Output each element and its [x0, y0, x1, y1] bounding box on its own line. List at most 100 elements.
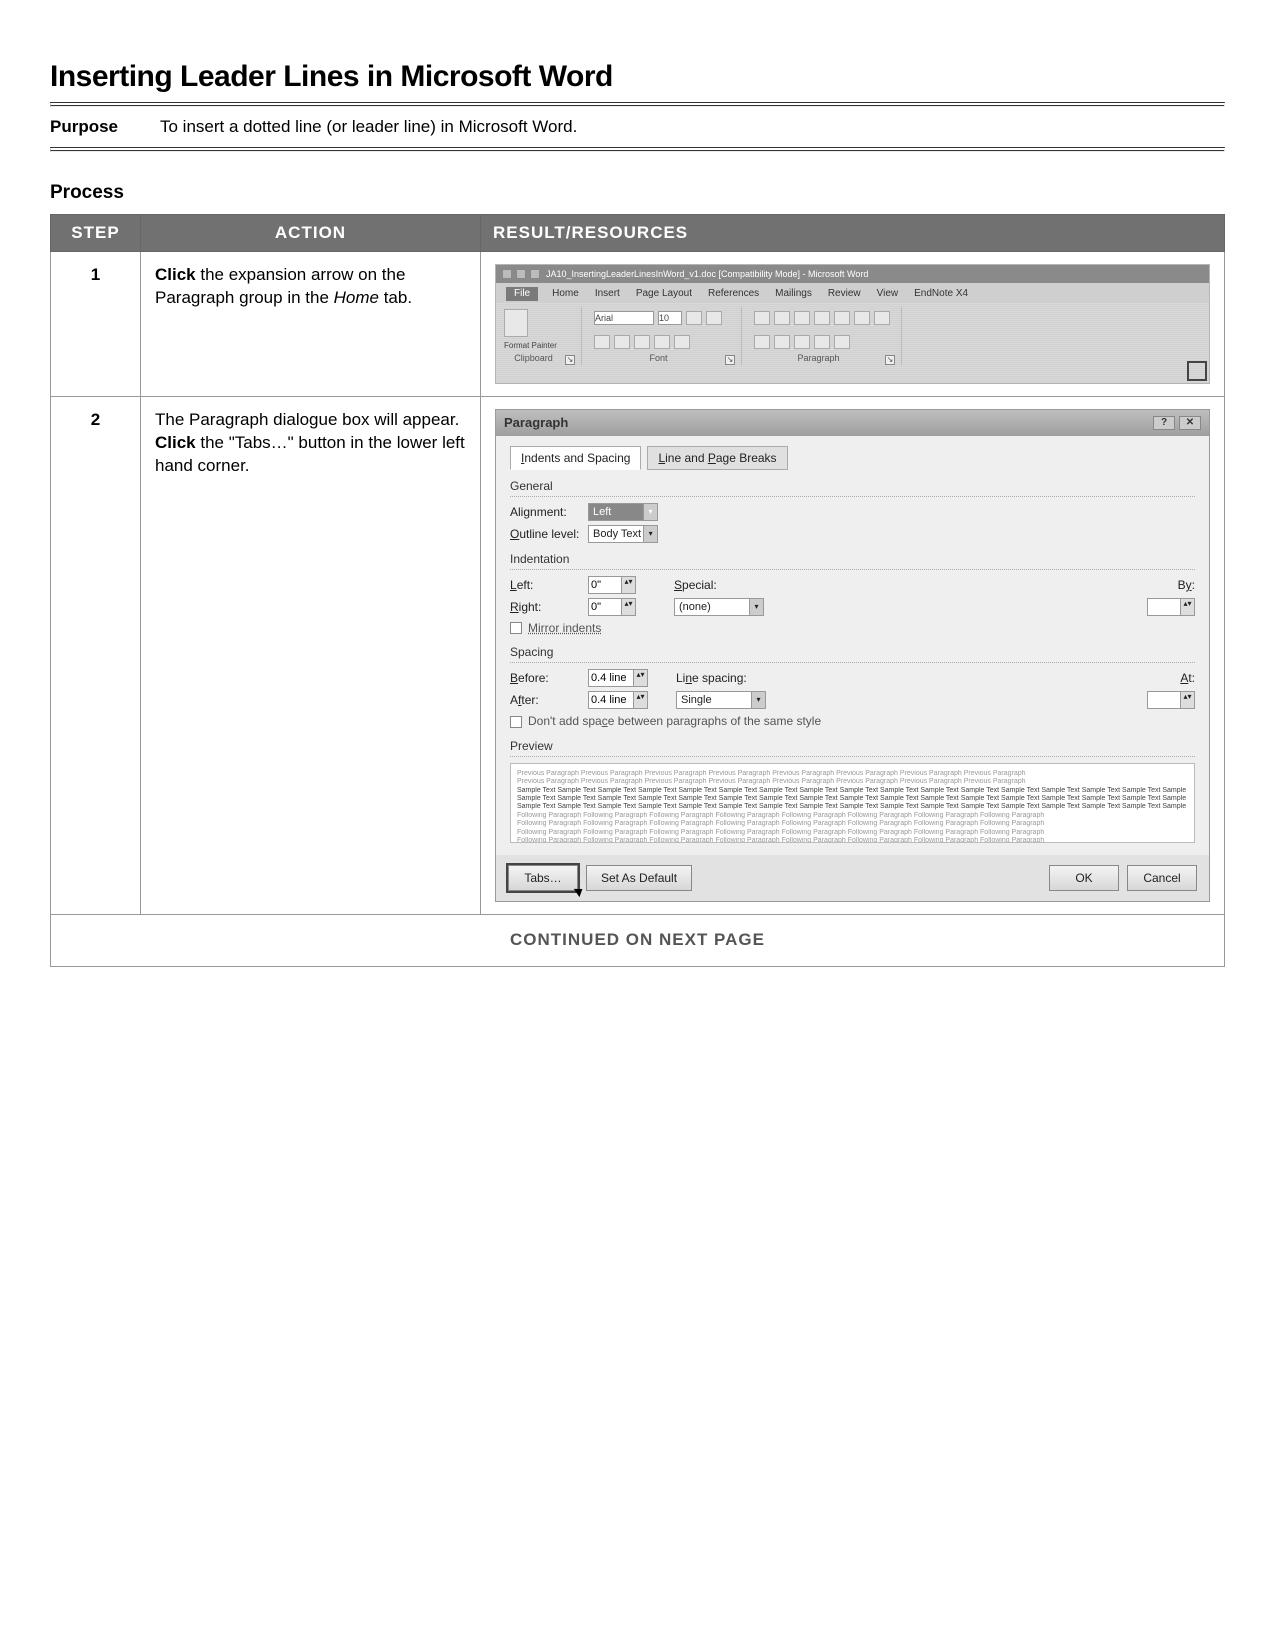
chevron-down-icon[interactable]: ▾ [643, 504, 657, 520]
dialog-launcher-icon[interactable]: ↘ [725, 355, 735, 365]
step-number: 2 [51, 397, 141, 915]
redo-icon[interactable] [530, 269, 540, 279]
tab-references[interactable]: References [706, 287, 761, 301]
preview-following-para: Following Paragraph Following Paragraph … [517, 829, 1188, 837]
tab-line-page-breaks[interactable]: Line and Page Breaks [647, 446, 787, 470]
section-preview: Preview [510, 738, 1195, 757]
spinner-icon[interactable]: ▴▾ [1181, 691, 1195, 709]
tab-endnote[interactable]: EndNote X4 [912, 287, 970, 301]
action-text: tab. [379, 288, 412, 307]
by-input[interactable] [1147, 598, 1181, 616]
justify-button[interactable] [774, 335, 790, 349]
action-keyword: Click [155, 265, 196, 284]
indent-right-input[interactable] [588, 598, 622, 616]
at-input[interactable] [1147, 691, 1181, 709]
line-spacing-button[interactable] [794, 335, 810, 349]
mirror-indents-checkbox[interactable]: Mirror indents [510, 620, 1195, 636]
align-right-button[interactable] [754, 335, 770, 349]
chevron-down-icon[interactable]: ▾ [749, 599, 763, 615]
continued-row: CONTINUED ON NEXT PAGE [51, 915, 1225, 967]
paste-button[interactable] [504, 309, 528, 337]
dialog-title: Paragraph [504, 414, 568, 432]
checkbox-icon [510, 716, 522, 728]
save-icon[interactable] [502, 269, 512, 279]
dialog-launcher-icon[interactable]: ↘ [565, 355, 575, 365]
chevron-down-icon[interactable]: ▾ [751, 692, 765, 708]
preview-following-para: Following Paragraph Following Paragraph … [517, 820, 1188, 828]
tab-insert[interactable]: Insert [593, 287, 622, 301]
font-size-combo[interactable]: 10 [658, 311, 682, 325]
section-indentation: Indentation [510, 551, 1195, 570]
alignment-select[interactable]: Left▾ [588, 503, 658, 521]
format-painter-button[interactable]: Format Painter [504, 341, 557, 352]
dialog-button-row: Tabs… Set As Default OK Cancel [496, 855, 1209, 901]
strike-button[interactable] [614, 335, 630, 349]
tab-mailings[interactable]: Mailings [773, 287, 814, 301]
tabs-button[interactable]: Tabs… [508, 865, 578, 891]
highlight-box [1189, 363, 1205, 379]
special-select[interactable]: (none)▾ [674, 598, 764, 616]
section-spacing: Spacing [510, 644, 1195, 663]
line-spacing-label: Line spacing: [676, 670, 766, 686]
group-paragraph: Paragraph↘ [752, 307, 902, 365]
italic-button[interactable] [706, 311, 722, 325]
spinner-icon[interactable]: ▴▾ [622, 576, 636, 594]
font-name-combo[interactable]: Arial [594, 311, 654, 325]
subscript-button[interactable] [634, 335, 650, 349]
indent-right-label: Right: [510, 599, 580, 615]
cancel-button[interactable]: Cancel [1127, 865, 1197, 891]
numbering-button[interactable] [774, 311, 790, 325]
tab-indents-spacing[interactable]: Indents and Spacing [510, 446, 641, 470]
set-as-default-button[interactable]: Set As Default [586, 865, 692, 891]
after-label: After: [510, 692, 580, 708]
ok-button[interactable]: OK [1049, 865, 1119, 891]
tab-file[interactable]: File [506, 287, 538, 301]
font-color-button[interactable] [674, 335, 690, 349]
special-label: Special: [674, 577, 764, 593]
close-icon[interactable]: ✕ [1179, 416, 1201, 430]
bold-button[interactable] [686, 311, 702, 325]
align-left-button[interactable] [854, 311, 870, 325]
tab-review[interactable]: Review [826, 287, 863, 301]
after-input[interactable] [588, 691, 634, 709]
step-result: JA10_InsertingLeaderLinesInWord_v1.doc [… [481, 252, 1225, 397]
chevron-down-icon[interactable]: ▾ [643, 526, 657, 542]
group-label: Font↘ [594, 352, 735, 364]
table-row: 2 The Paragraph dialogue box will appear… [51, 397, 1225, 915]
multilevel-button[interactable] [794, 311, 810, 325]
borders-button[interactable] [834, 335, 850, 349]
group-label: Paragraph↘ [754, 352, 895, 364]
spinner-icon[interactable]: ▴▾ [634, 691, 648, 709]
spinner-icon[interactable]: ▴▾ [634, 669, 648, 687]
superscript-button[interactable] [654, 335, 670, 349]
underline-button[interactable] [594, 335, 610, 349]
increase-indent-button[interactable] [834, 311, 850, 325]
paragraph-dialog-launcher-icon[interactable]: ↘ [885, 355, 895, 365]
tab-home[interactable]: Home [550, 287, 581, 301]
col-action: ACTION [141, 215, 481, 252]
indent-left-label: Left: [510, 577, 580, 593]
indent-left-input[interactable] [588, 576, 622, 594]
window-title: JA10_InsertingLeaderLinesInWord_v1.doc [… [546, 268, 868, 280]
align-center-button[interactable] [874, 311, 890, 325]
spinner-icon[interactable]: ▴▾ [622, 598, 636, 616]
line-spacing-select[interactable]: Single▾ [676, 691, 766, 709]
col-result: RESULT/RESOURCES [481, 215, 1225, 252]
bullets-button[interactable] [754, 311, 770, 325]
before-input[interactable] [588, 669, 634, 687]
dialog-titlebar: Paragraph ? ✕ [496, 410, 1209, 436]
spinner-icon[interactable]: ▴▾ [1181, 598, 1195, 616]
decrease-indent-button[interactable] [814, 311, 830, 325]
outline-level-select[interactable]: Body Text▾ [588, 525, 658, 543]
undo-icon[interactable] [516, 269, 526, 279]
word-ribbon-screenshot: JA10_InsertingLeaderLinesInWord_v1.doc [… [495, 264, 1210, 384]
shading-button[interactable] [814, 335, 830, 349]
continued-text: CONTINUED ON NEXT PAGE [51, 915, 1225, 967]
tab-view[interactable]: View [875, 287, 901, 301]
checkbox-icon [510, 622, 522, 634]
help-icon[interactable]: ? [1153, 416, 1175, 430]
dont-add-space-checkbox[interactable]: Don't add space between paragraphs of th… [510, 713, 1195, 729]
at-label: At: [1180, 670, 1195, 686]
tab-page-layout[interactable]: Page Layout [634, 287, 694, 301]
preview-box: Previous Paragraph Previous Paragraph Pr… [510, 763, 1195, 843]
